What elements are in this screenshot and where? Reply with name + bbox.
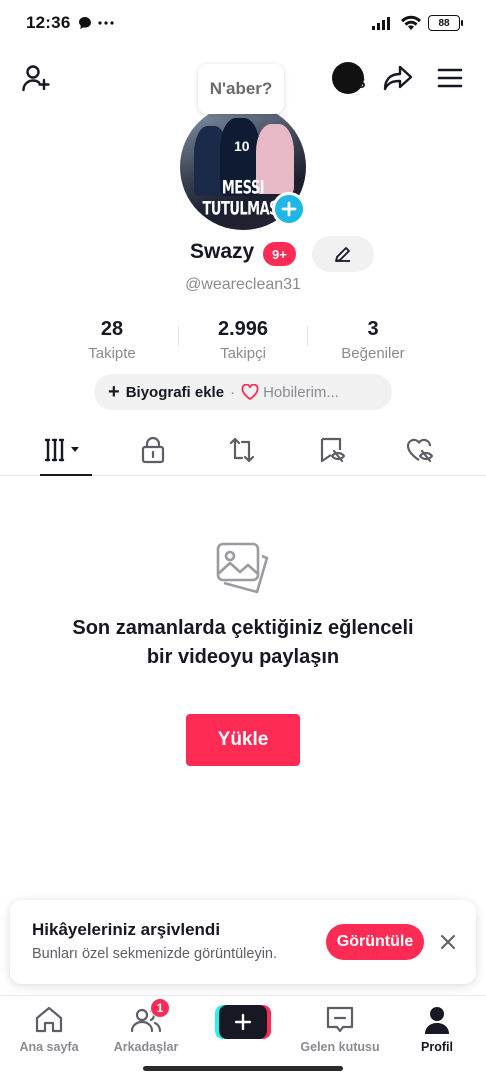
wifi-icon [401, 15, 421, 30]
coins-button[interactable]: 5 [328, 60, 368, 96]
bookmark-icon [320, 437, 346, 463]
stat-label: Takipçi [220, 345, 266, 362]
lock-icon [141, 436, 165, 464]
share-icon [383, 65, 413, 91]
tab-reposts[interactable] [212, 424, 272, 476]
edit-profile-button[interactable] [312, 236, 374, 272]
active-tab-indicator [40, 474, 92, 476]
profile-tabs [0, 424, 486, 476]
plus-icon: + [108, 381, 120, 403]
heart-icon [241, 384, 259, 400]
signal-icon [372, 17, 390, 30]
nav-label: Arkadaşlar [113, 1040, 179, 1054]
repost-icon [229, 437, 255, 463]
stat-likes[interactable]: 3 Beğeniler [303, 318, 443, 362]
hamburger-menu-icon [437, 68, 463, 88]
tab-liked[interactable] [391, 424, 451, 476]
notification-badge[interactable]: 9+ [263, 242, 296, 266]
coin-count: 5 [358, 76, 366, 91]
toast-view-button[interactable]: Görüntüle [326, 924, 424, 960]
stat-label: Beğeniler [341, 345, 405, 362]
add-user-icon [22, 65, 50, 92]
share-button[interactable] [380, 60, 416, 96]
battery-icon: 88 [428, 15, 463, 31]
photo-gallery-icon [212, 540, 274, 602]
stat-value: 28 [100, 318, 124, 340]
grid-icon [44, 438, 79, 462]
stat-value: 3 [367, 318, 379, 340]
inbox-icon [326, 1006, 354, 1033]
plus-icon [281, 201, 297, 217]
stat-value: 2.996 [217, 318, 269, 340]
add-bio-button[interactable]: + Biyografi ekle · Hobilerim... [94, 374, 392, 410]
tab-videos[interactable] [34, 424, 94, 476]
toast-title: Hikâyeleriniz arşivlendi [32, 920, 221, 939]
tab-private[interactable] [123, 424, 183, 476]
nav-profile[interactable]: Profil [389, 1004, 485, 1054]
bio-add-label: Biyografi ekle [125, 383, 225, 401]
upload-button[interactable]: Yükle [186, 714, 300, 766]
nav-friends[interactable]: 1 Arkadaşlar [98, 998, 194, 1054]
pencil-icon [335, 247, 350, 262]
status-time: 12:36 [26, 13, 71, 32]
menu-button[interactable] [432, 60, 468, 96]
toast-subtitle: Bunları özel sekmenizde görüntüleyin. [32, 946, 278, 962]
status-bar: 12:36 88 [0, 0, 486, 46]
hobbies-label: Hobilerim... [263, 383, 339, 401]
stat-following[interactable]: 28 Takipte [42, 318, 182, 362]
home-icon [35, 1006, 63, 1033]
friends-badge: 1 [150, 998, 170, 1018]
nav-inbox[interactable]: Gelen kutusu [292, 1004, 388, 1054]
more-dots-icon [98, 21, 115, 25]
create-icon [219, 1005, 267, 1039]
bio-separator: · [230, 383, 236, 401]
toast-close-button[interactable] [436, 930, 460, 954]
message-bubble-icon [79, 17, 92, 29]
profile-handle: @weareclean31 [185, 276, 301, 293]
profile-name: Swazy [190, 240, 255, 263]
archive-toast: Hikâyeleriniz arşivlendi Bunları özel se… [10, 900, 476, 984]
liked-hidden-icon [406, 438, 434, 463]
nav-label: Ana sayfa [19, 1040, 79, 1054]
close-icon [441, 935, 455, 949]
stat-label: Takipte [88, 345, 136, 362]
add-user-button[interactable] [18, 60, 54, 96]
nav-label: Gelen kutusu [300, 1040, 380, 1054]
stat-followers[interactable]: 2.996 Takipçi [173, 318, 313, 362]
create-button[interactable] [215, 1005, 271, 1039]
tab-favorites[interactable] [302, 424, 362, 476]
nav-label: Profil [421, 1040, 453, 1054]
empty-state-title: Son zamanlarda çektiğiniz eğlenceli bir … [72, 617, 414, 668]
add-photo-button[interactable] [272, 192, 306, 226]
nav-home[interactable]: Ana sayfa [1, 1004, 97, 1054]
profile-icon [425, 1007, 449, 1034]
home-indicator [143, 1066, 343, 1071]
note-bubble[interactable]: N'aber? [198, 64, 284, 114]
